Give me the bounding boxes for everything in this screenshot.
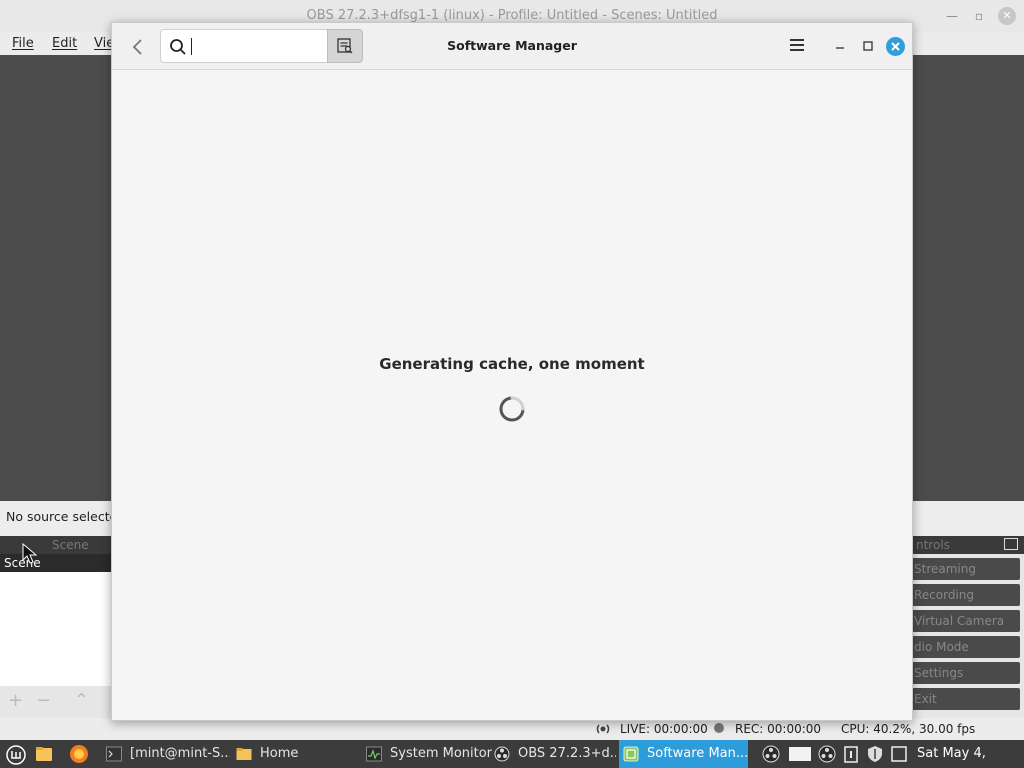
taskbar-app-label: Software Man... bbox=[647, 746, 748, 761]
close-icon bbox=[891, 42, 900, 51]
obs-maximize-button[interactable]: ▫ bbox=[971, 8, 987, 24]
scenes-list: Scene bbox=[0, 554, 112, 686]
live-timer: LIVE: 00:00:00 bbox=[620, 722, 708, 736]
obs-close-button[interactable]: ✕ bbox=[998, 7, 1016, 25]
taskbar-app-label: System Monitor bbox=[390, 746, 492, 761]
virtual-camera-button[interactable]: Virtual Camera bbox=[912, 610, 1020, 632]
close-button[interactable] bbox=[886, 37, 905, 56]
system-monitor-icon bbox=[366, 746, 382, 762]
obs-minimize-button[interactable]: — bbox=[944, 8, 960, 24]
rec-dot-icon bbox=[714, 723, 724, 733]
rec-timer: REC: 00:00:00 bbox=[735, 722, 822, 736]
loading-message: Generating cache, one moment bbox=[379, 355, 645, 373]
mouse-pointer-icon bbox=[22, 543, 38, 564]
minimize-icon[interactable] bbox=[832, 38, 848, 54]
window-list-tray-icon[interactable] bbox=[890, 745, 908, 763]
taskbar-app-label: Home bbox=[260, 746, 299, 761]
scene-list-item[interactable]: Scene bbox=[0, 554, 112, 572]
taskbar-app-terminal[interactable]: [mint@mint-S... bbox=[106, 740, 230, 768]
exit-button[interactable]: Exit bbox=[912, 688, 1020, 710]
firefox-launcher-icon[interactable] bbox=[69, 744, 89, 764]
software-manager-window: Software Manager Generating cache, one m… bbox=[111, 22, 913, 721]
notes-tray-icon[interactable] bbox=[788, 745, 812, 763]
folder-icon bbox=[236, 748, 252, 760]
taskbar-app-label: [mint@mint-S... bbox=[130, 746, 230, 761]
move-up-icon[interactable]: ⌃ bbox=[74, 690, 89, 711]
software-manager-headerbar: Software Manager bbox=[112, 23, 912, 70]
search-input[interactable] bbox=[195, 36, 315, 56]
scenes-toolbar: + − ⌃ bbox=[0, 686, 112, 716]
shield-tray-icon[interactable] bbox=[866, 745, 884, 763]
start-streaming-button[interactable]: Streaming bbox=[912, 558, 1020, 580]
obs-tray-icon-2[interactable] bbox=[818, 745, 836, 763]
settings-button[interactable]: Settings bbox=[912, 662, 1020, 684]
add-scene-icon[interactable]: + bbox=[8, 690, 23, 711]
obs-tray-icon[interactable] bbox=[762, 745, 780, 763]
files-launcher-icon[interactable] bbox=[35, 745, 53, 763]
cpu-fps-readout: CPU: 40.2%, 30.00 fps bbox=[841, 722, 976, 736]
clipboard-tray-icon[interactable] bbox=[842, 745, 860, 763]
taskbar: [mint@mint-S... Home System Monitor OBS … bbox=[0, 740, 1024, 768]
hamburger-menu-icon[interactable] bbox=[788, 37, 806, 53]
start-recording-button[interactable]: Recording bbox=[912, 584, 1020, 606]
text-cursor bbox=[191, 38, 192, 55]
scenes-dock-header: Scene bbox=[0, 536, 112, 554]
obs-window-title: OBS 27.2.3+dfsg1-1 (linux) - Profile: Un… bbox=[306, 8, 718, 23]
menu-edit[interactable]: Edit bbox=[52, 36, 77, 51]
terminal-icon bbox=[106, 746, 122, 762]
taskbar-app-software-manager[interactable]: Software Man... bbox=[619, 740, 748, 768]
taskbar-app-obs[interactable]: OBS 27.2.3+d... bbox=[494, 740, 616, 768]
loading-spinner-icon bbox=[499, 396, 525, 422]
search-list-icon bbox=[337, 38, 353, 54]
live-broadcast-icon bbox=[596, 724, 610, 734]
no-source-label: No source selecte bbox=[6, 509, 118, 524]
obs-icon bbox=[494, 746, 510, 762]
menu-file[interactable]: File bbox=[12, 36, 34, 51]
studio-mode-button[interactable]: dio Mode bbox=[912, 636, 1020, 658]
software-manager-icon bbox=[623, 746, 639, 762]
maximize-icon[interactable] bbox=[860, 38, 876, 54]
taskbar-clock[interactable]: Sat May 4, 10:05 bbox=[917, 740, 1024, 768]
software-manager-content: Generating cache, one moment bbox=[112, 71, 912, 720]
taskbar-app-label: OBS 27.2.3+d... bbox=[518, 746, 616, 761]
obs-statusbar: LIVE: 00:00:00 REC: 00:00:00 CPU: 40.2%,… bbox=[0, 718, 1024, 740]
taskbar-app-home[interactable]: Home bbox=[236, 740, 346, 768]
taskbar-app-system-monitor[interactable]: System Monitor bbox=[366, 740, 492, 768]
dock-float-icon[interactable] bbox=[1004, 538, 1018, 550]
search-icon bbox=[170, 39, 186, 55]
remove-scene-icon[interactable]: − bbox=[36, 690, 51, 711]
back-arrow-icon[interactable] bbox=[126, 35, 150, 59]
search-in-descriptions-button[interactable] bbox=[327, 29, 363, 63]
search-field[interactable] bbox=[160, 29, 328, 63]
mint-menu-icon[interactable] bbox=[6, 745, 26, 765]
